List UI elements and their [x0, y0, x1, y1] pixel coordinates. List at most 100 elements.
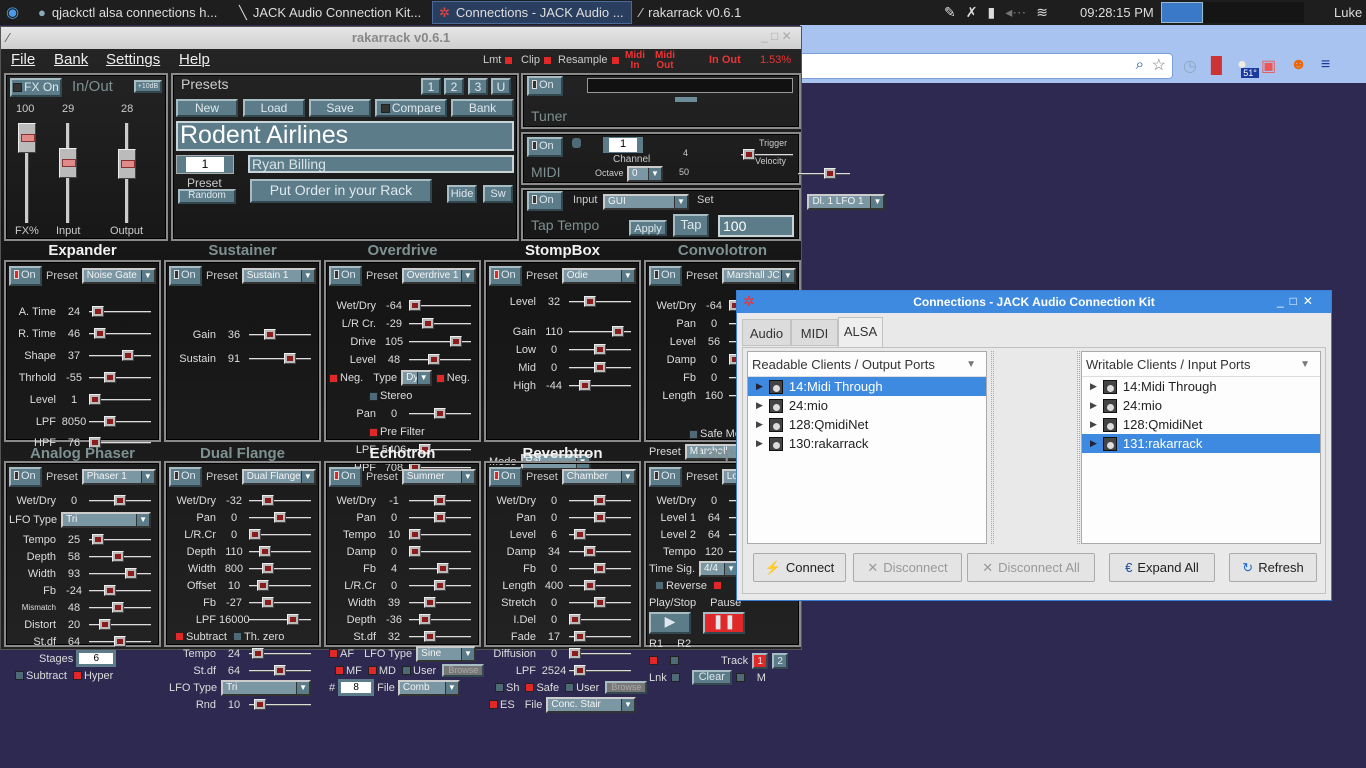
velocity-slider[interactable]	[797, 167, 850, 180]
checkbox-md[interactable]: MD	[367, 665, 396, 677]
hedgehog-icon[interactable]: ☻	[1290, 56, 1307, 76]
param-slider-damp-thumb[interactable]	[584, 545, 596, 557]
menu-file[interactable]: File	[11, 51, 35, 68]
hide-button[interactable]: Hide	[447, 185, 477, 203]
preset-select[interactable]: Sustain 1 ▼	[241, 268, 316, 284]
tap-on-button[interactable]: On	[527, 191, 563, 211]
param-slider-gain-thumb[interactable]	[264, 329, 276, 340]
refresh-button[interactable]: ↻ Refresh	[1229, 553, 1317, 582]
param-slider-pan-thumb[interactable]	[434, 511, 446, 523]
param-slider-sustain-thumb[interactable]	[284, 353, 296, 364]
task-jack-browser[interactable]: ╲ JACK Audio Connection Kit...	[233, 1, 428, 24]
preset-select[interactable]: Summer ▼	[401, 469, 476, 485]
param-slider-a-time-thumb[interactable]	[91, 306, 104, 317]
fx-slider-thumb[interactable]	[18, 123, 36, 153]
weather-icon[interactable]: ● 51°	[1237, 56, 1259, 78]
param-slider-st-df[interactable]	[249, 664, 311, 677]
expand-arrow-icon[interactable]: ▶	[1090, 400, 1097, 411]
checkbox-sh[interactable]: Sh	[495, 682, 519, 694]
param-slider-distort[interactable]	[89, 618, 151, 631]
checkbox-hyper[interactable]: Hyper	[72, 670, 113, 682]
param-slider-depth[interactable]	[249, 545, 311, 558]
param-slider-wet-dry-thumb[interactable]	[434, 494, 446, 506]
param-slider-stretch[interactable]	[569, 596, 631, 609]
preset-select[interactable]: Dual Flange ▼	[241, 469, 316, 485]
notes-icon[interactable]: ✎	[944, 4, 956, 21]
param-slider-level-thumb[interactable]	[574, 528, 586, 540]
pause-button[interactable]: ❚❚	[703, 612, 745, 634]
channel-value[interactable]: 1	[609, 138, 637, 152]
param-slider-pan[interactable]	[569, 511, 631, 524]
expand-all-button[interactable]: € Expand All	[1109, 553, 1215, 582]
param-slider-wet-dry-thumb[interactable]	[261, 494, 274, 506]
checkbox-stereo[interactable]: Stereo	[369, 390, 412, 402]
param-slider-tempo-thumb[interactable]	[91, 533, 104, 545]
param-slider-low[interactable]	[569, 344, 631, 356]
param-slider-level-thumb[interactable]	[428, 354, 440, 365]
expand-arrow-icon[interactable]: ▶	[756, 438, 763, 449]
new-button[interactable]: New	[176, 99, 238, 117]
task-connections[interactable]: ✲ Connections - JACK Audio ...	[432, 1, 632, 24]
file-select[interactable]: Comb ▼	[397, 679, 460, 696]
checkbox-pre-filter[interactable]: Pre Filter	[369, 426, 425, 438]
param-slider-lpf[interactable]	[249, 613, 311, 626]
port-client-item[interactable]: ▶ 130:rakarrack	[748, 434, 986, 453]
compare-button[interactable]: Compare	[375, 99, 447, 117]
r2-checkbox[interactable]	[670, 655, 681, 667]
checkbox-neg[interactable]: Neg.	[435, 372, 470, 384]
param-slider-sustain[interactable]	[249, 353, 311, 365]
checkbox-user[interactable]: User	[402, 665, 436, 677]
volume-muted-icon[interactable]: ◂⋯	[1005, 4, 1026, 21]
param-slider-level[interactable]	[89, 394, 151, 406]
preset-number[interactable]: 1	[186, 157, 224, 172]
param-slider-wet-dry-thumb[interactable]	[594, 494, 606, 506]
param-slider-rnd-thumb[interactable]	[254, 698, 266, 710]
param-slider-damp-thumb[interactable]	[409, 545, 421, 557]
browse-button[interactable]: Browse	[605, 681, 648, 694]
wifi-icon[interactable]: ≋	[1036, 4, 1048, 21]
param-slider-lpf-thumb[interactable]	[574, 664, 586, 676]
param-slider-st-df-thumb[interactable]	[274, 664, 286, 676]
pocket-icon[interactable]: ▣	[1261, 56, 1276, 76]
save-button[interactable]: Save	[309, 99, 371, 117]
bank-2-button[interactable]: 2	[444, 78, 464, 95]
workspace-switcher[interactable]	[1204, 2, 1304, 23]
load-button[interactable]: Load	[243, 99, 305, 117]
sw-button[interactable]: Sw	[483, 185, 513, 203]
param-slider-lpf[interactable]	[89, 415, 151, 428]
tap-set-select[interactable]: Dl. 1 LFO 1 ▼	[807, 193, 886, 210]
disconnect-all-button[interactable]: ✕ Disconnect All	[967, 553, 1095, 582]
param-slider-wet-dry[interactable]	[409, 300, 471, 312]
port-client-item[interactable]: ▶ 131:rakarrack	[1082, 434, 1320, 453]
port-client-item[interactable]: ▶ 24:mio	[748, 396, 986, 415]
tab-audio[interactable]: Audio	[742, 319, 791, 346]
clock-icon[interactable]: ◷	[1183, 56, 1197, 76]
param-slider-length[interactable]	[569, 579, 631, 592]
param-slider-fb-thumb[interactable]	[104, 584, 116, 596]
param-slider-offset-thumb[interactable]	[256, 579, 269, 591]
param-slider-wet-dry[interactable]	[249, 494, 311, 507]
address-bar[interactable]: ⌕ ☆	[800, 53, 1173, 79]
tap-input-select[interactable]: GUI ▼	[603, 193, 689, 210]
param-slider-depth[interactable]	[409, 613, 471, 626]
param-slider-damp[interactable]	[409, 545, 471, 558]
param-slider-length-thumb[interactable]	[584, 579, 596, 591]
task-rakarrack[interactable]: ⁄ rakarrack v0.6.1	[634, 1, 774, 24]
track-1-button[interactable]: 1	[752, 652, 769, 669]
star-icon[interactable]: ☆	[1152, 55, 1166, 75]
splitter[interactable]	[1077, 351, 1080, 544]
select-lfo-type[interactable]: Tri ▼	[221, 679, 312, 696]
port-client-item[interactable]: ▶ 128:QmidiNet	[1082, 415, 1320, 434]
param-slider-l-r-cr[interactable]	[249, 528, 311, 541]
select-time-sig[interactable]: 4/4 ▼	[699, 560, 740, 577]
param-slider-tempo-thumb[interactable]	[251, 647, 264, 659]
param-slider-wet-dry[interactable]	[89, 494, 151, 507]
expand-arrow-icon[interactable]: ▶	[1090, 419, 1097, 430]
param-slider-pan[interactable]	[409, 408, 471, 420]
expand-arrow-icon[interactable]: ▶	[756, 400, 763, 411]
checkbox-neg[interactable]: Neg.	[329, 372, 363, 384]
param-slider-l-r-cr-thumb[interactable]	[434, 579, 446, 591]
effect-on-button[interactable]: On	[169, 266, 202, 286]
task-chromium[interactable]: ● qjackctl alsa connections h...	[32, 1, 230, 24]
preset-select[interactable]: Marshall JC ▼	[721, 268, 796, 284]
